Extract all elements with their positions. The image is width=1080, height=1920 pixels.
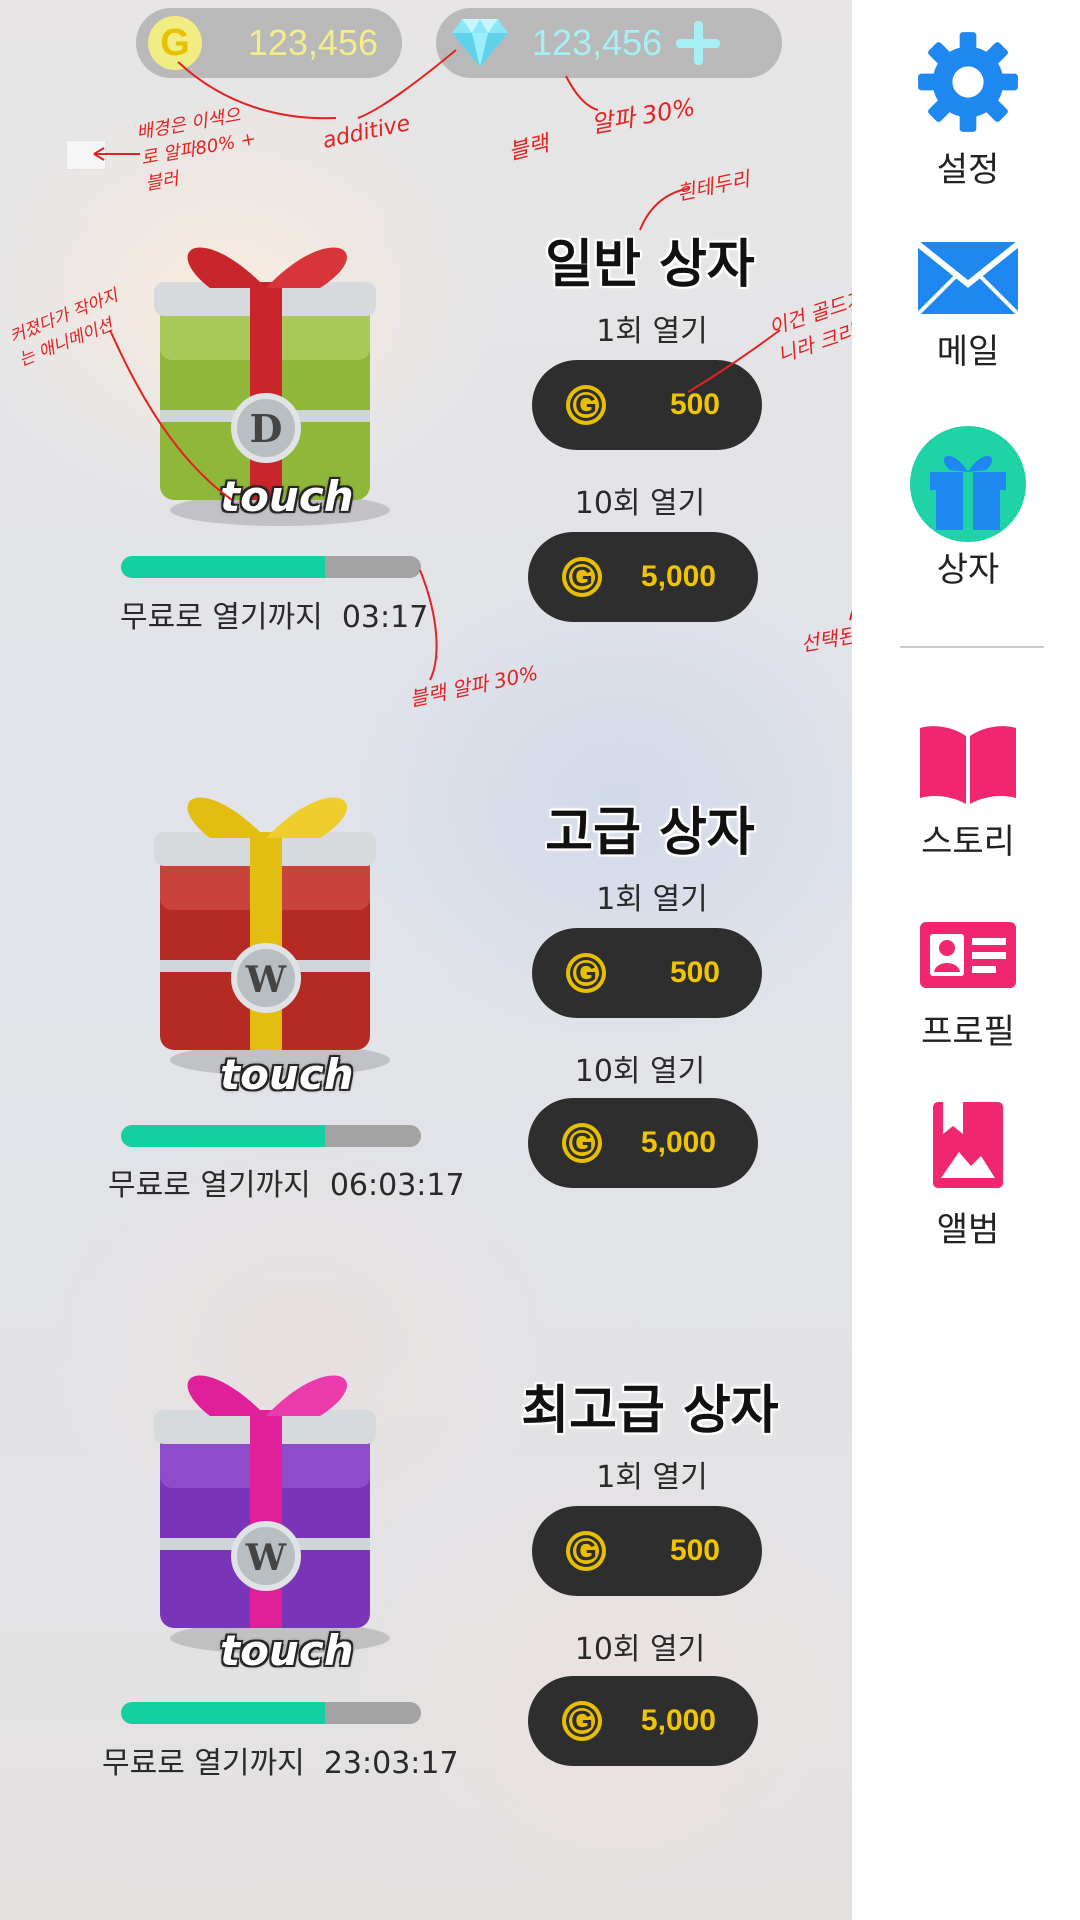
sidebar-item-label: 프로필: [921, 1012, 1015, 1052]
gear-icon: [918, 32, 1018, 132]
sidebar-item-story[interactable]: 스토리: [878, 722, 1058, 863]
sidebar-item-mail[interactable]: 메일: [878, 240, 1058, 373]
box-shop-screen: G 123,456 123,456 D touch 무료로 열기까지 03:17: [0, 0, 852, 1920]
sidebar-item-label: 설정: [936, 150, 1000, 190]
sidebar-item-label: 앨범: [936, 1210, 1000, 1250]
book-icon: [920, 726, 1016, 804]
gift-icon: [910, 426, 1026, 542]
album-icon: [933, 1102, 1003, 1188]
sidebar-item-label: 상자: [936, 550, 1000, 590]
sidebar-item-box[interactable]: 상자: [878, 424, 1058, 591]
annotation-lines: [93, 49, 852, 681]
sidebar-item-album[interactable]: 앨범: [878, 1100, 1058, 1251]
sidebar-divider: [900, 646, 1044, 648]
profile-card-icon: [920, 922, 1016, 988]
mail-icon: [916, 241, 1020, 316]
sidebar-item-label: 스토리: [921, 822, 1015, 862]
sidebar-item-label: 메일: [936, 332, 1000, 372]
sidebar-item-profile[interactable]: 프로필: [878, 920, 1058, 1053]
sidebar-item-settings[interactable]: 설정: [878, 30, 1058, 191]
